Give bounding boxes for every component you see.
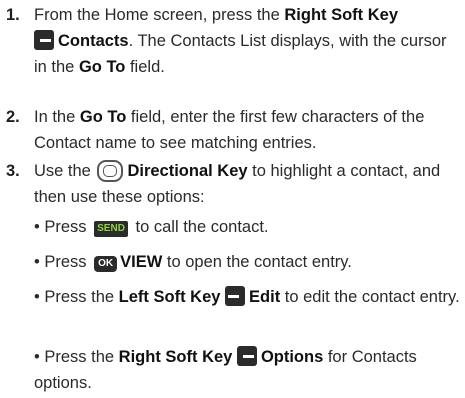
ok-key-icon: OK [94,256,118,272]
key-name: Left Soft Key [118,288,221,306]
step-number: 1. [6,6,20,24]
option-bullet-send: • Press SEND to call the contact. [34,214,461,240]
text: to open the contact entry. [162,253,352,271]
text: Press the [44,348,119,366]
option-bullet-view: • Press OK VIEW to open the contact entry… [34,249,461,275]
text: Press [44,218,92,236]
function-name: Edit [249,288,281,306]
text: field. [125,58,165,76]
function-name: VIEW [120,253,163,271]
step-text: From the Home screen, press the Right So… [34,2,461,80]
option-bullet-options: • Press the Right Soft Key Options for C… [34,344,461,396]
key-name: Directional Key [127,162,248,180]
text: From the Home screen, press the [34,6,285,24]
option-bullet-edit: • Press the Left Soft Key Edit to edit t… [34,284,461,310]
text: to edit the contact entry. [280,288,460,306]
text: to call the contact. [130,218,269,236]
instructions-page: 1. From the Home screen, press the Right… [0,0,465,398]
key-name: Right Soft Key [284,6,399,24]
text: Press [44,253,92,271]
bullet-mark: • [34,348,40,366]
left-soft-key-icon [225,286,246,306]
step-number: 2. [6,108,20,126]
function-name: Options [260,348,324,366]
field-name: Go To [78,58,126,76]
bullet-mark: • [34,218,40,236]
step-text: In the Go To field, enter the first few … [34,104,461,156]
directional-key-icon [97,160,124,182]
bullet-mark: • [34,288,40,306]
text: In the [34,108,80,126]
field-name: Go To [79,108,127,126]
send-key-icon: SEND [94,221,128,237]
function-name: Contacts [58,32,129,50]
text: Press the [44,288,119,306]
text: Use the [34,162,96,180]
step-number: 3. [6,162,20,180]
bullet-mark: • [34,253,40,271]
key-name: Right Soft Key [118,348,233,366]
right-soft-key-icon [34,30,54,50]
right-soft-key-icon [236,346,257,366]
step-text: Use the Directional Key to highlight a c… [34,158,461,210]
